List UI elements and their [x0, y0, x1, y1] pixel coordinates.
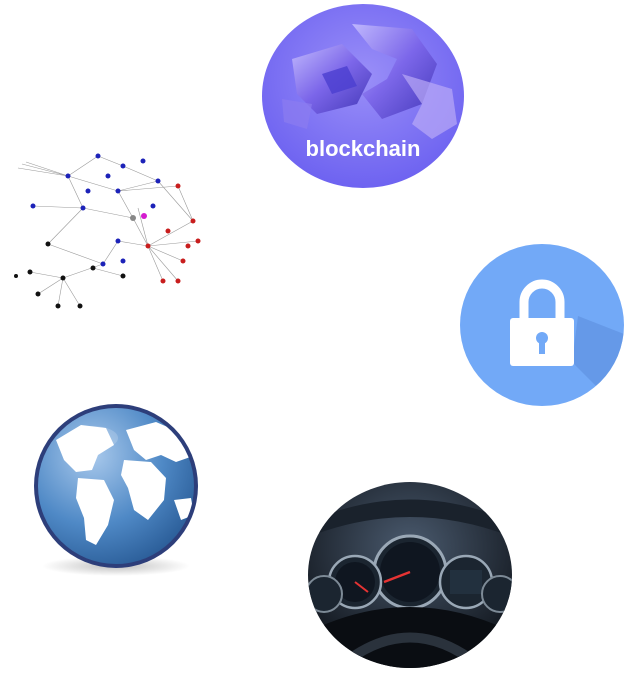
network-graph-image	[8, 146, 208, 316]
lock-icon	[460, 244, 624, 406]
speedometer-icon	[308, 482, 512, 668]
lock-image	[460, 244, 624, 406]
blockchain-label: blockchain	[306, 136, 421, 161]
dashboard-image	[308, 482, 512, 668]
network-graph-icon	[14, 153, 201, 309]
chain-icon: blockchain	[262, 4, 464, 188]
globe-image	[26, 400, 206, 580]
blockchain-image: blockchain	[262, 4, 464, 188]
globe-icon	[34, 404, 198, 576]
